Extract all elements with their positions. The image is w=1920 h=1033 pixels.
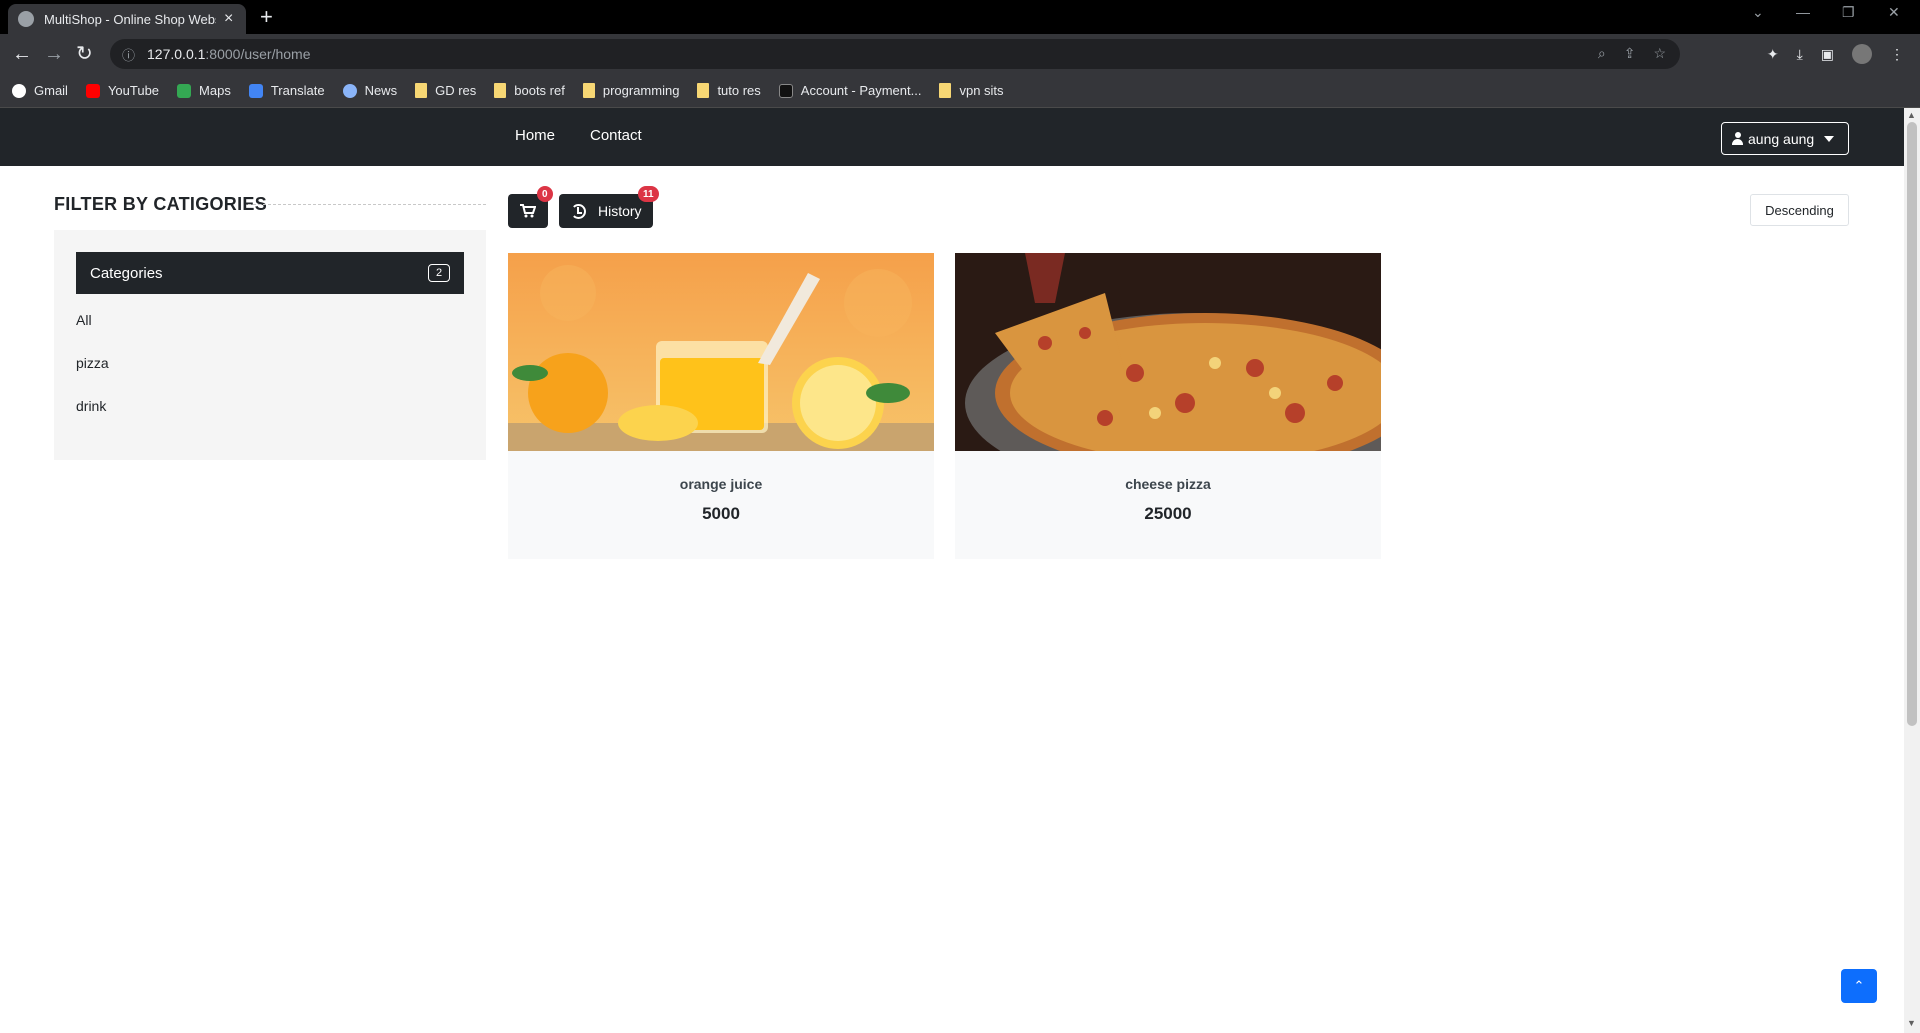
- user-name: aung aung: [1748, 130, 1815, 147]
- google-icon: [12, 83, 26, 98]
- categories-header: Categories 2: [76, 252, 464, 294]
- zoom-icon[interactable]: ⌕: [1598, 45, 1606, 62]
- share-icon[interactable]: ⇪: [1624, 45, 1636, 62]
- filter-title: FILTER BY CATIGORIES: [54, 194, 268, 214]
- browser-tab-bar: MultiShop - Online Shop Website × + ⌄ — …: [0, 0, 1920, 34]
- menu-icon[interactable]: ⋮: [1890, 46, 1904, 63]
- new-tab-button[interactable]: +: [260, 4, 273, 30]
- bookmark-vpn-sits[interactable]: vpn sits: [939, 83, 1004, 98]
- bookmarks-bar: Gmail YouTube Maps Translate News GD res…: [0, 74, 1920, 108]
- scroll-up-icon[interactable]: ▲: [1907, 110, 1916, 120]
- profile-avatar[interactable]: [1852, 44, 1872, 64]
- close-window-icon[interactable]: ✕: [1888, 4, 1900, 21]
- news-icon: [342, 83, 357, 98]
- translate-icon: [248, 83, 263, 98]
- cart-count-badge: 0: [537, 186, 553, 202]
- minimize-icon[interactable]: —: [1796, 4, 1810, 20]
- tab-title: MultiShop - Online Shop Website: [44, 11, 216, 27]
- history-label: History: [598, 203, 642, 219]
- url-path: :8000/user/home: [205, 46, 311, 62]
- category-panel: Categories 2 All pizza drink: [54, 230, 486, 460]
- orange-juice-illustration: [508, 253, 934, 451]
- history-icon: [571, 203, 586, 219]
- info-icon[interactable]: ⓘ: [122, 45, 135, 64]
- bookmark-translate[interactable]: Translate: [248, 83, 325, 98]
- sort-descending-button[interactable]: Descending: [1750, 194, 1849, 226]
- double-chevron-up-icon: ⌃: [1853, 978, 1865, 993]
- history-count-badge: 11: [638, 186, 659, 202]
- bookmark-star-icon[interactable]: ☆: [1653, 45, 1666, 62]
- globe-icon: [18, 11, 34, 27]
- caret-down-icon: [1824, 135, 1835, 142]
- product-name[interactable]: orange juice: [508, 476, 934, 492]
- bookmark-account-payment[interactable]: Account - Payment...: [778, 83, 921, 98]
- user-dropdown-button[interactable]: aung aung: [1721, 122, 1849, 155]
- bookmark-youtube[interactable]: YouTube: [85, 83, 159, 98]
- side-panel-icon[interactable]: ▣: [1821, 46, 1834, 63]
- cart-icon: [520, 204, 536, 218]
- tab-search-icon[interactable]: ⌄: [1752, 4, 1764, 21]
- bookmark-boots-ref[interactable]: boots ref: [494, 83, 565, 98]
- bookmark-news[interactable]: News: [342, 83, 397, 98]
- bookmark-gd-res[interactable]: GD res: [415, 83, 476, 98]
- scroll-down-icon[interactable]: ▼: [1907, 1018, 1916, 1028]
- reload-icon[interactable]: ↻: [76, 43, 93, 65]
- categories-count-badge: 2: [428, 264, 450, 282]
- product-card[interactable]: cheese pizza 25000: [955, 253, 1381, 559]
- browser-tab[interactable]: MultiShop - Online Shop Website ×: [8, 4, 246, 34]
- youtube-icon: [85, 83, 100, 98]
- product-name[interactable]: cheese pizza: [955, 476, 1381, 492]
- cheese-pizza-image[interactable]: [955, 253, 1381, 451]
- bookmark-maps[interactable]: Maps: [177, 83, 231, 98]
- restore-icon[interactable]: ❐: [1842, 4, 1855, 21]
- back-to-top-button[interactable]: ⌃: [1841, 969, 1877, 1003]
- folder-icon: [582, 83, 595, 98]
- category-pizza[interactable]: pizza: [76, 355, 109, 371]
- nav-contact-link[interactable]: Contact: [590, 127, 642, 144]
- folder-icon: [494, 83, 507, 98]
- browser-address-bar: ← → ↻ ⓘ 127.0.0.1 :8000/user/home ⌕ ⇪ ☆ …: [0, 34, 1920, 74]
- bookmark-gmail[interactable]: Gmail: [12, 83, 68, 98]
- product-card[interactable]: orange juice 5000: [508, 253, 934, 559]
- nav-home-link[interactable]: Home: [515, 127, 555, 144]
- product-price: 5000: [702, 504, 740, 523]
- url-input[interactable]: ⓘ 127.0.0.1 :8000/user/home ⌕ ⇪ ☆: [110, 39, 1680, 69]
- category-drink[interactable]: drink: [76, 398, 106, 414]
- orange-juice-image[interactable]: [508, 253, 934, 451]
- scrollbar-thumb[interactable]: [1907, 122, 1917, 726]
- folder-icon: [415, 83, 428, 98]
- folder-icon: [697, 83, 710, 98]
- category-all[interactable]: All: [76, 312, 92, 328]
- cheese-pizza-illustration: [955, 253, 1381, 451]
- bookmark-programming[interactable]: programming: [582, 83, 679, 98]
- bookmark-tuto-res[interactable]: tuto res: [697, 83, 761, 98]
- user-icon: [1732, 132, 1743, 145]
- payment-icon: [778, 83, 793, 98]
- folder-icon: [939, 83, 952, 98]
- site-navbar: Home Contact aung aung: [0, 108, 1904, 166]
- download-icon[interactable]: ⤓: [1797, 46, 1803, 63]
- maps-icon: [177, 83, 192, 98]
- product-price: 25000: [1144, 504, 1192, 523]
- url-host: 127.0.0.1: [147, 46, 206, 62]
- title-divider: [248, 204, 486, 205]
- page-viewport: Home Contact aung aung FILTER BY CATIGOR…: [0, 108, 1904, 1033]
- tab-close-icon[interactable]: ×: [224, 10, 233, 28]
- page-scrollbar[interactable]: ▲ ▼: [1904, 108, 1920, 1033]
- extensions-icon[interactable]: ✦: [1767, 46, 1779, 63]
- forward-icon[interactable]: →: [44, 43, 64, 65]
- categories-label: Categories: [90, 264, 163, 282]
- back-icon[interactable]: ←: [12, 43, 32, 65]
